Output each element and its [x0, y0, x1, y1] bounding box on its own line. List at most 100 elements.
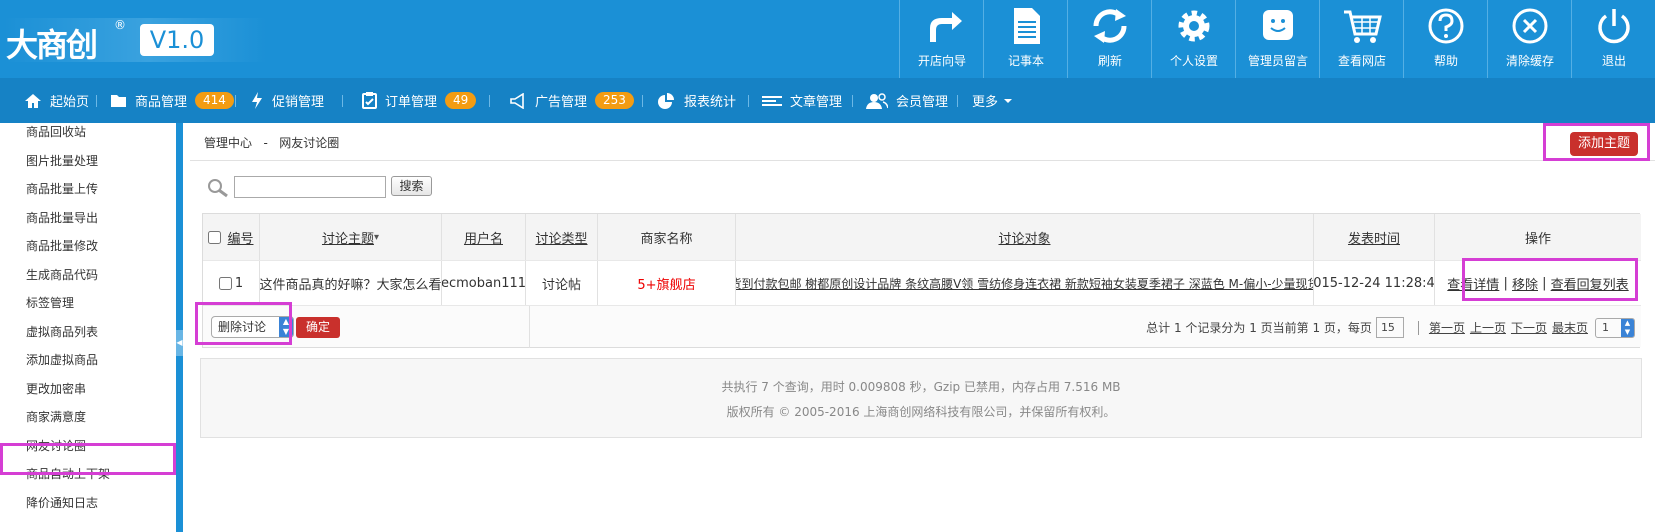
sidebar-item-image-batch[interactable]: 图片批量处理	[0, 146, 176, 176]
breadcrumb: 管理中心 - 网友讨论圈	[204, 134, 339, 151]
logo: 大商创 ® V1.0	[4, 18, 266, 64]
breadcrumb-separator: -	[263, 136, 268, 150]
sidebar-item-batch-upload[interactable]: 商品批量上传	[0, 174, 176, 204]
main-nav: 起始页 商品管理 414 促销管理 订单管理 49 广告管理 253 报表统计 …	[0, 78, 1655, 123]
col-topic-sort-link[interactable]: 讨论主题	[322, 228, 374, 247]
col-id-sort-link[interactable]: 编号	[227, 228, 253, 247]
nav-goods[interactable]: 商品管理 414	[110, 78, 234, 123]
search-button[interactable]: 搜索	[391, 176, 432, 196]
nav-orders[interactable]: 订单管理 49	[362, 78, 477, 123]
pie-chart-icon	[658, 92, 674, 109]
gear-icon	[1178, 10, 1210, 42]
col-type-sort-link[interactable]: 讨论类型	[535, 228, 587, 247]
nav-promotion[interactable]: 促销管理	[250, 78, 324, 123]
view-replies-link[interactable]: 查看回复列表	[1551, 274, 1629, 293]
sidebar-item-encryption[interactable]: 更改加密串	[0, 374, 176, 404]
remove-link[interactable]: 移除	[1512, 274, 1538, 293]
nav-reports[interactable]: 报表统计	[656, 78, 736, 123]
row-type: 讨论帖	[526, 261, 598, 305]
breadcrumb-root[interactable]: 管理中心	[204, 136, 252, 150]
bulk-action-select[interactable]: 删除讨论 ▲ ▼	[211, 316, 294, 338]
tool-refresh[interactable]: 刷新	[1067, 0, 1151, 78]
tool-personal-settings[interactable]: 个人设置	[1151, 0, 1235, 78]
breadcrumb-bar: 管理中心 - 网友讨论圈	[190, 123, 1655, 161]
tool-clear-cache[interactable]: 清除缓存	[1487, 0, 1571, 78]
nav-members[interactable]: 会员管理	[866, 78, 948, 123]
sidebar-item-price-log[interactable]: 降价通知日志	[0, 488, 176, 518]
nav-label: 促销管理	[272, 95, 325, 110]
nav-ads[interactable]: 广告管理 253	[509, 78, 634, 123]
nav-badge: 49	[445, 92, 477, 109]
tool-notepad[interactable]: 记事本	[983, 0, 1067, 78]
breadcrumb-current: 网友讨论圈	[279, 136, 340, 150]
sidebar-item-gen-code[interactable]: 生成商品代码	[0, 260, 176, 290]
table-footer-row: 删除讨论 ▲ ▼ 确定 总计 1 个记录分为 1 页当前第 1 页，每页 15 第…	[203, 305, 1641, 348]
pager-summary: 总计 1 个记录分为 1 页当前第 1 页，每页	[1146, 321, 1372, 335]
nav-more[interactable]: 更多	[972, 78, 1013, 123]
discussion-table: 编号 讨论主题 ▾ 用户名 讨论类型 商家名称 讨论对象 发表时间 操作 1 这…	[202, 213, 1641, 348]
sidebar-item-add-virtual[interactable]: 添加虚拟商品	[0, 345, 176, 375]
nav-label: 订单管理	[385, 95, 438, 110]
nav-home[interactable]: 起始页	[24, 78, 89, 123]
pager-prev-link[interactable]: 上一页	[1470, 319, 1506, 336]
view-detail-link[interactable]: 查看详情	[1447, 274, 1499, 293]
sidebar-item-discussion[interactable]: 网友讨论圈	[0, 431, 176, 461]
pager-last-link[interactable]: 最末页	[1552, 319, 1588, 336]
sidebar-collapse-toggle[interactable]: ◀	[176, 330, 183, 356]
sidebar-item-auto-shelf[interactable]: 商品自动上下架	[0, 459, 176, 489]
top-header: 大商创 ® V1.0 开店向导 记事本 刷新 个人设置 管理员留言 查看网店 帮…	[0, 0, 1655, 78]
nav-label: 更多	[972, 95, 999, 110]
sidebar-item-batch-edit[interactable]: 商品批量修改	[0, 231, 176, 261]
row-topic: 这件商品真的好嘛？大家怎么看	[260, 261, 442, 305]
page-select-value: 1	[1602, 320, 1609, 334]
sidebar-item-tags[interactable]: 标签管理	[0, 288, 176, 318]
pagination: 总计 1 个记录分为 1 页当前第 1 页，每页 15 第一页 上一页 下一页 …	[1146, 317, 1635, 338]
row-ops: 查看详情 | 移除 | 查看回复列表	[1435, 261, 1641, 305]
col-user-sort-link[interactable]: 用户名	[464, 228, 503, 247]
sidebar-item-batch-export[interactable]: 商品批量导出	[0, 203, 176, 233]
nav-divider	[489, 95, 490, 107]
cart-icon	[1344, 10, 1382, 43]
tool-label: 清除缓存	[1505, 54, 1554, 68]
per-page-input[interactable]: 15	[1375, 317, 1404, 338]
search-icon	[208, 179, 228, 198]
tool-label: 查看网店	[1337, 54, 1386, 68]
col-user-header: 用户名	[442, 214, 526, 260]
col-time-sort-link[interactable]: 发表时间	[1348, 228, 1400, 247]
tool-label: 记事本	[1007, 54, 1044, 68]
page-select[interactable]: 1 ▲ ▼	[1595, 317, 1635, 338]
sidebar-border	[176, 123, 183, 532]
sidebar-item-satisfaction[interactable]: 商家满意度	[0, 402, 176, 432]
col-shop-header: 商家名称	[598, 214, 736, 260]
caret-down-icon	[1004, 98, 1013, 103]
pager-first-link[interactable]: 第一页	[1429, 319, 1465, 336]
tool-view-shop[interactable]: 查看网店	[1319, 0, 1403, 78]
nav-divider	[852, 95, 853, 107]
list-icon	[762, 95, 782, 106]
tool-shop-guide[interactable]: 开店向导	[899, 0, 983, 78]
search-input[interactable]	[234, 176, 386, 198]
row-object-link[interactable]: 货到付款包邮 榭都原创设计品牌 条纹高腰V领 雪纺修身连衣裙 新款短袖女装夏季裙…	[736, 275, 1313, 292]
select-arrows-icon: ▲ ▼	[1621, 318, 1634, 337]
tool-logout[interactable]: 退出	[1571, 0, 1655, 78]
pager-next-link[interactable]: 下一页	[1511, 319, 1547, 336]
col-object-sort-link[interactable]: 讨论对象	[998, 228, 1050, 247]
tool-label: 开店向导	[917, 54, 966, 68]
footer-stats: 共执行 7 个查询，用时 0.009808 秒，Gzip 已禁用，内存占用 7.…	[721, 380, 1121, 394]
tool-label: 帮助	[1433, 54, 1458, 68]
select-all-checkbox[interactable]	[208, 230, 222, 244]
add-topic-button[interactable]: 添加主题	[1570, 132, 1638, 156]
notepad-icon	[1014, 8, 1040, 44]
nav-divider	[342, 95, 343, 107]
sidebar-item-goods-recycle[interactable]: 商品回收站	[0, 123, 176, 147]
nav-articles[interactable]: 文章管理	[762, 78, 842, 123]
tool-label: 刷新	[1097, 54, 1122, 68]
tool-help[interactable]: 帮助	[1403, 0, 1487, 78]
row-checkbox[interactable]	[218, 276, 232, 290]
row-id-cell: 1	[203, 261, 260, 305]
bulk-confirm-button[interactable]: 确定	[296, 317, 340, 338]
sidebar-item-virtual-list[interactable]: 虚拟商品列表	[0, 317, 176, 347]
row-id: 1	[234, 275, 244, 291]
tool-admin-message[interactable]: 管理员留言	[1235, 0, 1319, 78]
row-time: 2015-12-24 11:28:48	[1314, 261, 1435, 305]
